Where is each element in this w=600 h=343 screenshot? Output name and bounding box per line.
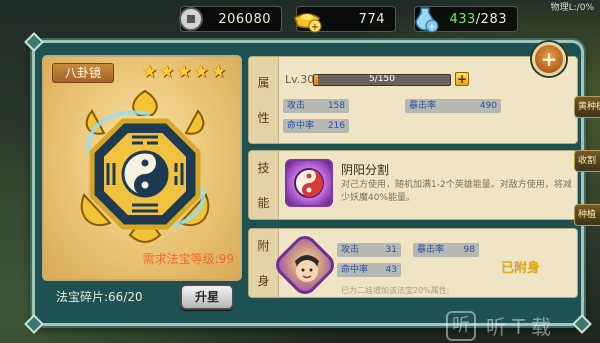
stat-row: 命中率 43: [337, 263, 401, 277]
stamina-current: 433: [449, 12, 476, 27]
star-icon: ★: [159, 62, 175, 82]
stat-label: 暴击率: [417, 245, 445, 255]
stamina-counter: + 433/283: [414, 6, 518, 33]
stat-row: 命中率 216: [283, 119, 349, 133]
stat-row: 暴击率 490: [405, 99, 501, 113]
side-menu-plant[interactable]: 种植: [574, 204, 600, 226]
treasure-level: Lv.30: [285, 73, 315, 86]
watermark-logo: 听: [446, 310, 476, 341]
stamina-value: 433/283: [449, 12, 507, 27]
silver-counter: 206080: [179, 6, 282, 32]
hero-portrait-icon[interactable]: [287, 247, 327, 287]
stat-label: 暴击率: [409, 101, 437, 111]
attribute-tab-char: 属: [257, 76, 270, 90]
stamina-max: 283: [480, 12, 507, 27]
stat-value: 98: [463, 245, 475, 255]
skill-description: 对己方使用，随机加满1-2个英雄能量。对敌方使用，将减少妖魔40%能量。: [341, 180, 572, 203]
svg-text:+: +: [428, 22, 436, 33]
gold-counter: + 774: [294, 6, 396, 33]
side-menu-planting[interactable]: 黄种植: [574, 96, 600, 118]
attribute-tab-char: 性: [257, 111, 270, 125]
star-icon: ★: [142, 62, 158, 82]
attach-panel: 附 身 攻击 31 暴击率 98 命中率 43 已附身 已为二娃增加该法宝20%…: [248, 228, 578, 299]
status-bar-text: 物理L:/0%: [550, 3, 594, 13]
window-corner-ornament: [24, 32, 44, 52]
yin-yang-skill-icon[interactable]: [285, 159, 333, 207]
window-corner-ornament: [24, 314, 44, 334]
attribute-panel: 属 性 Lv.30 5/150 + 攻击 158 暴击率 490 命中率 216: [248, 56, 578, 144]
skill-name: 阴阳分割: [341, 163, 390, 177]
silver-value: 206080: [218, 12, 271, 27]
stat-label: 命中率: [287, 121, 315, 131]
attach-tab-char: 身: [257, 274, 270, 288]
stat-value: 31: [385, 245, 397, 255]
attach-tab[interactable]: 附 身: [249, 229, 279, 297]
watermark: 听 听 T 载: [446, 308, 600, 343]
stat-label: 攻击: [287, 101, 306, 111]
upgrade-star-button[interactable]: 升星: [180, 284, 234, 310]
attached-status: 已附身: [501, 261, 541, 276]
stat-value: 216: [327, 121, 345, 131]
svg-text:+: +: [311, 22, 319, 33]
watermark-text: 听 T 载: [486, 315, 551, 339]
experience-bar: 5/150: [313, 74, 451, 86]
gold-ingot-plus-icon[interactable]: +: [291, 3, 323, 35]
attribute-tab[interactable]: 属 性: [249, 57, 279, 143]
attach-tab-char: 附: [257, 239, 270, 253]
treasure-card: 八卦镜 ★ ★ ★ ★ ★ 需求法宝等级:99: [42, 55, 242, 281]
stat-label: 命中率: [341, 265, 369, 275]
skill-tab[interactable]: 技 能: [249, 151, 279, 219]
silver-coin-icon: [175, 3, 207, 35]
stat-value: 158: [327, 101, 345, 111]
expand-menu-button[interactable]: +: [532, 42, 566, 76]
stat-row: 攻击 158: [283, 99, 349, 113]
skill-panel: 技 能 阴阳分割 对己方使用，随机加满1-2个英雄能量。对敌方使用，将减少妖魔4…: [248, 150, 578, 220]
bagua-mirror-icon: [80, 89, 210, 243]
stat-row: 暴击率 98: [413, 243, 479, 257]
skill-tab-char: 能: [257, 196, 270, 210]
gold-value: 774: [358, 12, 385, 27]
treasure-name: 八卦镜: [52, 63, 114, 83]
star-icon: ★: [176, 62, 192, 82]
experience-text: 5/150: [369, 74, 395, 84]
stat-row: 攻击 31: [337, 243, 401, 257]
stat-value: 43: [385, 265, 397, 275]
attach-bonus-note: 已为二娃增加该法宝20%属性:: [341, 286, 450, 295]
stat-value: 490: [479, 101, 497, 111]
side-menu-harvest[interactable]: 收割: [574, 150, 600, 172]
add-experience-button[interactable]: +: [455, 72, 469, 86]
skill-tab-char: 技: [257, 161, 270, 175]
star-rating: ★ ★ ★ ★ ★: [142, 63, 226, 81]
star-icon: ★: [193, 62, 209, 82]
star-icon: ★: [211, 62, 227, 82]
stamina-potion-plus-icon[interactable]: +: [409, 3, 441, 35]
required-level-text: 需求法宝等级:99: [142, 252, 234, 266]
stat-label: 攻击: [341, 245, 360, 255]
